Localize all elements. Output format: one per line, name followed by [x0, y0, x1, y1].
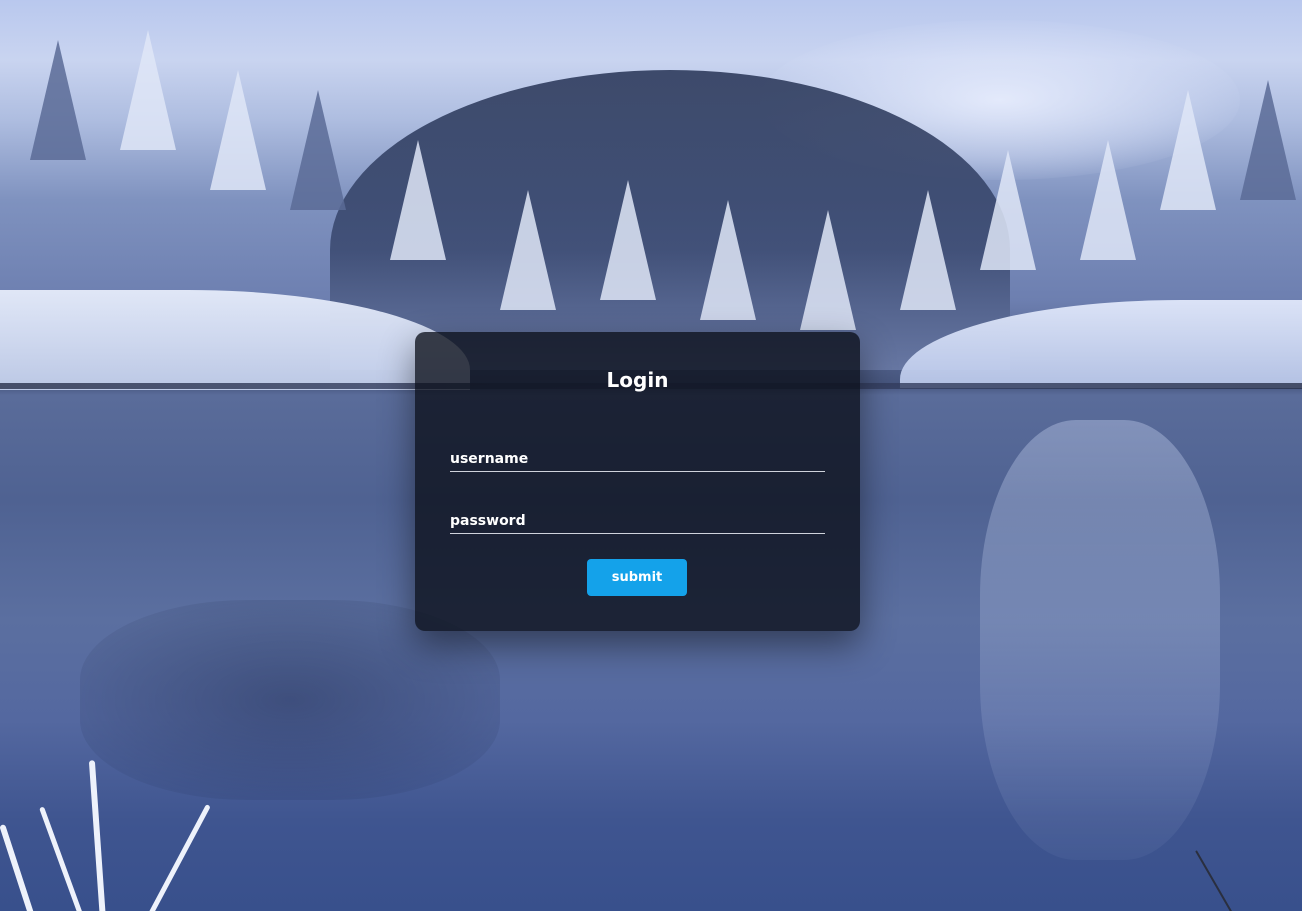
tree: [390, 140, 446, 260]
submit-button[interactable]: submit: [587, 559, 687, 596]
tree: [1160, 90, 1216, 210]
tree: [120, 30, 176, 150]
login-title: Login: [606, 368, 669, 392]
tree: [980, 150, 1036, 270]
tree: [700, 200, 756, 320]
username-input[interactable]: [450, 442, 825, 471]
username-field: [450, 442, 825, 472]
tree: [600, 180, 656, 300]
tree: [30, 40, 86, 160]
snowy-branch: [88, 760, 106, 911]
water-reflection: [980, 420, 1220, 860]
login-card: Login submit: [415, 332, 860, 631]
password-field: [450, 504, 825, 534]
snowy-branch: [0, 823, 36, 911]
snowy-branch: [39, 806, 85, 911]
tree: [500, 190, 556, 310]
tree: [800, 210, 856, 330]
snowy-branch: [145, 804, 211, 911]
tree: [210, 70, 266, 190]
tree: [900, 190, 956, 310]
bare-twig: [1195, 850, 1237, 911]
tree: [1080, 140, 1136, 260]
tree: [1240, 80, 1296, 200]
winter-lake-background: Login submit: [0, 0, 1302, 911]
tree: [290, 90, 346, 210]
password-input[interactable]: [450, 504, 825, 533]
